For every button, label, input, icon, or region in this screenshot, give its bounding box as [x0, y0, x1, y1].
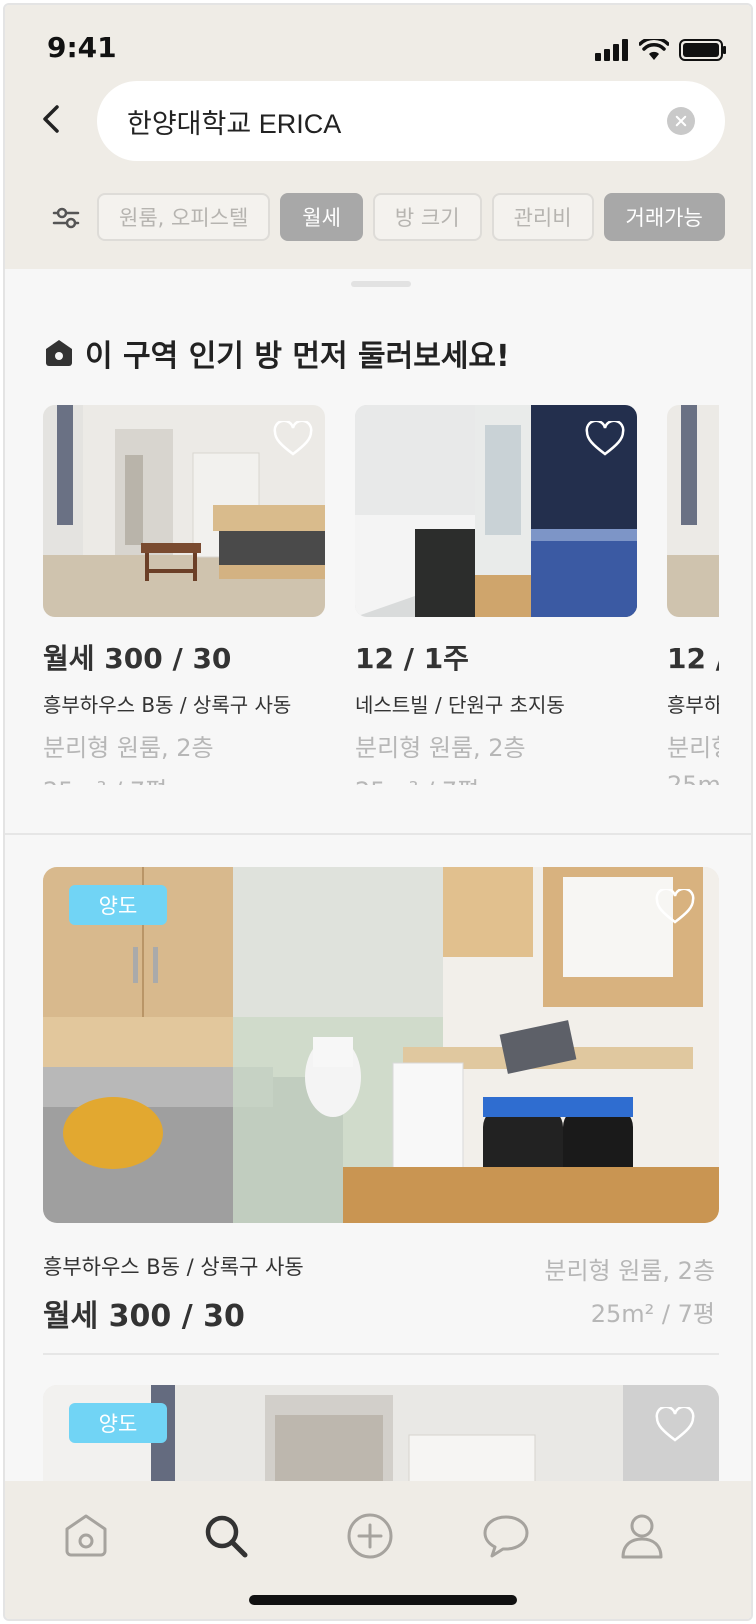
app-screen: 9:41 한양대학교 ERICA 원룸, 오피스텔 월세 방 크기 관리비 거래… — [3, 3, 753, 1621]
card-name: 흥부하우스 B동 — [667, 693, 719, 717]
card-price: 월세 300 / 30 — [43, 642, 232, 675]
chip-available[interactable]: 거래가능 — [603, 193, 725, 241]
status-time: 9:41 — [47, 31, 117, 64]
listing-name: 흥부하우스 B동 / 상록구 사동 — [43, 1255, 304, 1279]
add-icon[interactable] — [345, 1511, 395, 1561]
popular-rooms-carousel[interactable]: 월세 300 / 30 흥부하우스 B동 / 상록구 사동 분리형 원룸, 2층… — [43, 405, 719, 785]
filter-icon[interactable] — [51, 203, 81, 233]
card-name: 네스트빌 / 단원구 초지동 — [355, 693, 565, 717]
card-size: 25m² — [667, 771, 719, 785]
card-price: 12 / 1주 — [667, 642, 719, 675]
transfer-badge: 양도 — [69, 885, 167, 925]
status-icons — [595, 39, 727, 61]
card-type: 분리형 원룸, 2층 — [355, 734, 526, 762]
room-photo — [667, 405, 719, 617]
room-photo — [43, 405, 325, 617]
card-type: 분리형 원룸, 2층 — [43, 734, 214, 762]
favorite-heart-icon[interactable] — [655, 1407, 695, 1443]
search-value: 한양대학교 ERICA — [127, 108, 342, 139]
transfer-badge: 양도 — [69, 1403, 167, 1443]
search-icon[interactable] — [201, 1511, 251, 1561]
room-card[interactable]: 12 / 1주 흥부하우스 B동 분리형 원룸 25m² — [667, 405, 719, 785]
card-size: 25m² / 7평 — [355, 771, 637, 785]
home-icon[interactable] — [61, 1511, 111, 1561]
back-arrow-icon[interactable] — [35, 101, 71, 137]
section-divider — [5, 833, 751, 835]
listing-price: 월세 300 / 30 — [43, 1299, 245, 1334]
card-type: 분리형 원룸 — [667, 734, 719, 762]
listing-details: 분리형 원룸, 2층 25m² / 7평 — [544, 1251, 715, 1329]
chip-monthly-rent[interactable]: 월세 — [280, 193, 363, 241]
clear-icon[interactable] — [667, 107, 695, 135]
room-photo — [355, 405, 637, 617]
favorite-heart-icon[interactable] — [273, 421, 313, 457]
room-card[interactable]: 12 / 1주 네스트빌 / 단원구 초지동 분리형 원룸, 2층 25m² /… — [355, 405, 637, 785]
listing-size: 25m² / 7평 — [590, 1300, 715, 1328]
section-title-text: 이 구역 인기 방 먼저 둘러보세요! — [85, 339, 510, 374]
chip-room-size[interactable]: 방 크기 — [372, 193, 482, 241]
chat-icon[interactable] — [481, 1511, 531, 1561]
home-indicator — [249, 1595, 517, 1605]
home-fill-icon — [46, 340, 72, 366]
card-name: 흥부하우스 B동 / 상록구 사동 — [43, 693, 292, 717]
wifi-icon — [639, 39, 669, 60]
tab-bar — [5, 1481, 751, 1619]
filter-chips: 원룸, 오피스텔 월세 방 크기 관리비 거래가능 — [97, 193, 725, 241]
battery-icon — [679, 39, 726, 61]
chip-maintenance-fee[interactable]: 관리비 — [491, 193, 594, 241]
search-input[interactable]: 한양대학교 ERICA — [97, 81, 725, 161]
listing-divider — [43, 1353, 719, 1355]
header: 9:41 한양대학교 ERICA 원룸, 오피스텔 월세 방 크기 관리비 거래… — [5, 5, 751, 269]
signal-icon — [595, 39, 628, 61]
listing-type: 분리형 원룸, 2층 — [544, 1257, 715, 1285]
section-title: 이 구역 인기 방 먼저 둘러보세요! — [43, 331, 510, 375]
card-price: 12 / 1주 — [355, 642, 469, 675]
listing-photo[interactable]: 양도 — [43, 867, 719, 1223]
chip-room-type[interactable]: 원룸, 오피스텔 — [97, 193, 271, 241]
card-size: 25m² / 7평 — [43, 771, 325, 785]
listing-info: 흥부하우스 B동 / 상록구 사동 월세 300 / 30 — [43, 1251, 304, 1335]
favorite-heart-icon[interactable] — [655, 889, 695, 925]
room-card[interactable]: 월세 300 / 30 흥부하우스 B동 / 상록구 사동 분리형 원룸, 2층… — [43, 405, 325, 785]
sheet-handle[interactable] — [351, 281, 411, 287]
favorite-heart-icon[interactable] — [585, 421, 625, 457]
profile-icon[interactable] — [617, 1511, 667, 1561]
